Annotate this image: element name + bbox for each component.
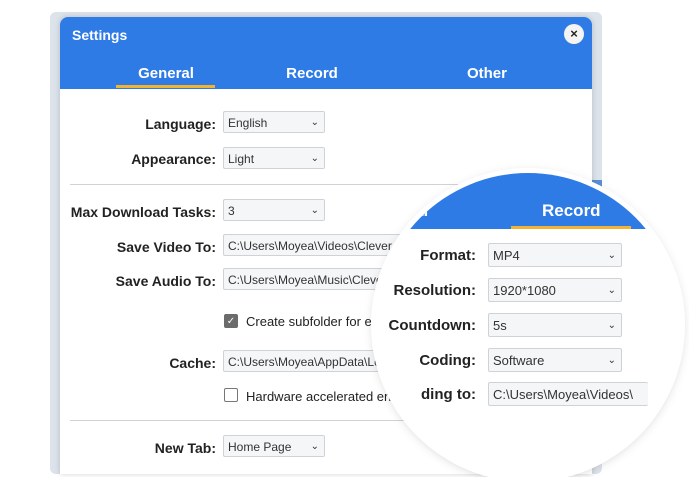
- max-download-tasks-label: Max Download Tasks:: [70, 204, 216, 220]
- appearance-value: Light: [228, 152, 255, 166]
- format-label: Format:: [420, 247, 476, 264]
- new-tab-value: Home Page: [228, 440, 292, 454]
- save-audio-path-value: C:\Users\Moyea\Music\Cleve: [228, 273, 383, 287]
- cache-path-value: C:\Users\Moyea\AppData\Local: [228, 355, 397, 369]
- chevron-down-icon: ⌄: [607, 285, 616, 296]
- hardware-accel-checkbox[interactable]: [224, 388, 238, 402]
- tab-record[interactable]: Record: [252, 65, 372, 82]
- recording-to-path-field[interactable]: C:\Users\Moyea\Videos\: [488, 382, 648, 406]
- language-label: Language:: [145, 116, 216, 132]
- max-download-tasks-value: 3: [228, 204, 235, 218]
- chevron-down-icon: ⌄: [310, 441, 319, 452]
- close-icon[interactable]: ×: [564, 24, 584, 44]
- new-tab-select[interactable]: Home Page ⌄: [223, 435, 325, 457]
- tab-general[interactable]: General: [106, 65, 226, 82]
- countdown-value: 5s: [493, 318, 507, 333]
- save-video-path-value: C:\Users\Moyea\Videos\Clever: [228, 239, 392, 253]
- cache-label: Cache:: [169, 355, 216, 371]
- coding-value: Software: [493, 353, 545, 368]
- save-audio-label: Save Audio To:: [115, 273, 216, 289]
- chevron-down-icon: ⌄: [607, 320, 616, 331]
- save-video-label: Save Video To:: [116, 239, 216, 255]
- new-tab-label: New Tab:: [154, 440, 216, 456]
- resolution-label: Resolution:: [393, 282, 477, 299]
- lens-tab-record[interactable]: Record: [542, 201, 601, 221]
- chevron-down-icon: ⌄: [310, 153, 319, 164]
- appearance-label: Appearance:: [131, 151, 216, 167]
- max-download-tasks-select[interactable]: 3 ⌄: [223, 199, 325, 221]
- coding-select[interactable]: Software ⌄: [488, 348, 622, 372]
- language-select[interactable]: English ⌄: [223, 111, 325, 133]
- tab-other[interactable]: Other: [427, 65, 547, 82]
- format-value: MP4: [493, 248, 520, 263]
- create-subfolder-checkbox[interactable]: ✓: [224, 314, 238, 328]
- recording-to-path-value: C:\Users\Moyea\Videos\: [493, 387, 633, 402]
- active-tab-indicator: [116, 85, 215, 88]
- chevron-down-icon: ⌄: [310, 205, 319, 216]
- chevron-down-icon: ⌄: [607, 355, 616, 366]
- resolution-select[interactable]: 1920*1080 ⌄: [488, 278, 622, 302]
- format-select[interactable]: MP4 ⌄: [488, 243, 622, 267]
- countdown-label: Countdown:: [388, 317, 476, 334]
- recording-to-label: ding to:: [421, 386, 476, 403]
- countdown-select[interactable]: 5s ⌄: [488, 313, 622, 337]
- create-subfolder-label: Create subfolder for ea: [246, 314, 379, 329]
- lens-tab-general-partial[interactable]: al: [414, 201, 428, 221]
- appearance-select[interactable]: Light ⌄: [223, 147, 325, 169]
- magnifier-lens: al Record Format: MP4 ⌄ Resolution: 1920…: [376, 173, 680, 477]
- chevron-down-icon: ⌄: [310, 117, 319, 128]
- language-value: English: [228, 116, 268, 130]
- dialog-title: Settings: [72, 27, 128, 43]
- resolution-value: 1920*1080: [493, 283, 556, 298]
- coding-label: Coding:: [419, 352, 476, 369]
- lens-active-tab-indicator: [511, 226, 631, 229]
- chevron-down-icon: ⌄: [607, 250, 616, 261]
